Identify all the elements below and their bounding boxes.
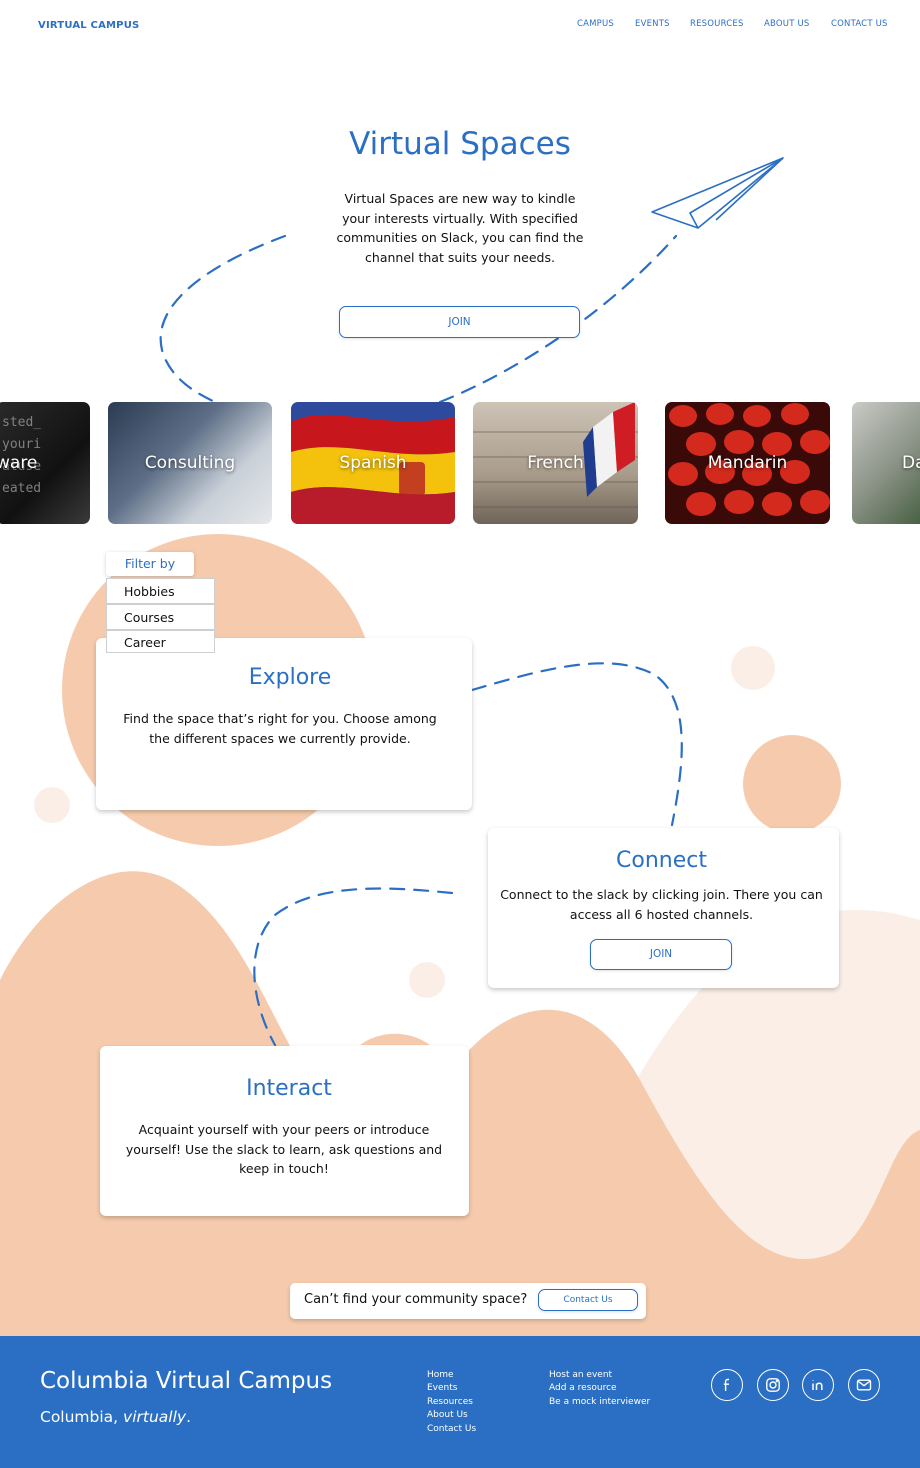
footer-link-mock-interviewer[interactable]: Be a mock interviewer bbox=[549, 1397, 650, 1407]
space-card-label: ware bbox=[0, 453, 38, 473]
footer-link-add-resource[interactable]: Add a resource bbox=[549, 1383, 617, 1393]
space-card-label: Da bbox=[902, 453, 920, 473]
connect-join-button[interactable]: JOIN bbox=[590, 939, 732, 970]
connect-text: Connect to the slack by clicking join. T… bbox=[500, 887, 823, 922]
interact-text: Acquaint yourself with your peers or int… bbox=[125, 1122, 443, 1176]
footer: Columbia Virtual Campus Columbia, virtua… bbox=[0, 1336, 920, 1468]
space-card-label: Consulting bbox=[144, 453, 236, 473]
facebook-icon[interactable] bbox=[711, 1369, 743, 1401]
footer-tagline: Columbia, virtually. bbox=[40, 1408, 192, 1426]
explore-text: Find the space that’s right for you. Cho… bbox=[123, 711, 437, 746]
footer-link-resources[interactable]: Resources bbox=[427, 1397, 473, 1407]
footer-link-contact-us[interactable]: Contact Us bbox=[427, 1424, 476, 1434]
space-card-label: Mandarin bbox=[707, 453, 788, 473]
hero-description: Virtual Spaces are new way to kindle you… bbox=[336, 191, 584, 265]
footer-link-events[interactable]: Events bbox=[427, 1383, 457, 1393]
explore-card: Explore Find the space that’s right for … bbox=[96, 638, 472, 810]
footer-link-host-event[interactable]: Host an event bbox=[549, 1370, 612, 1380]
nav-about-us[interactable]: ABOUT US bbox=[764, 19, 810, 29]
footer-link-about-us[interactable]: About Us bbox=[427, 1410, 468, 1420]
instagram-icon[interactable] bbox=[757, 1369, 789, 1401]
connect-title: Connect bbox=[616, 848, 707, 873]
filter-option-courses[interactable]: Courses bbox=[106, 604, 215, 630]
nav-events[interactable]: EVENTS bbox=[635, 19, 670, 29]
nav-campus[interactable]: CAMPUS bbox=[577, 19, 614, 29]
contact-us-button[interactable]: Contact Us bbox=[538, 1289, 638, 1311]
footer-link-home[interactable]: Home bbox=[427, 1370, 454, 1380]
filter-option-hobbies[interactable]: Hobbies bbox=[106, 578, 215, 604]
contact-prompt-box: Can’t find your community space? Contact… bbox=[290, 1283, 646, 1319]
space-card-french[interactable]: French bbox=[473, 402, 638, 524]
nav-contact-us[interactable]: CONTACT US bbox=[831, 19, 888, 29]
interact-card: Interact Acquaint yourself with your pee… bbox=[100, 1046, 469, 1216]
explore-title: Explore bbox=[248, 665, 332, 690]
page-title: Virtual Spaces bbox=[349, 126, 571, 162]
hero-join-button[interactable]: JOIN bbox=[339, 306, 580, 338]
space-card-software[interactable]: sted_ youri atuse eated ware bbox=[0, 402, 90, 524]
footer-title: Columbia Virtual Campus bbox=[40, 1368, 333, 1394]
space-card-label: French bbox=[527, 453, 584, 473]
nav-resources[interactable]: RESOURCES bbox=[690, 19, 744, 29]
space-card-spanish[interactable]: Spanish bbox=[291, 402, 455, 524]
filter-option-career[interactable]: Career bbox=[106, 630, 215, 653]
space-card-mandarin[interactable]: Mandarin bbox=[665, 402, 830, 524]
filter-by-button[interactable]: Filter by bbox=[106, 552, 194, 576]
connect-card: Connect Connect to the slack by clicking… bbox=[488, 828, 839, 988]
linkedin-icon[interactable] bbox=[802, 1369, 834, 1401]
mail-icon[interactable] bbox=[848, 1369, 880, 1401]
site-logo[interactable]: VIRTUAL CAMPUS bbox=[38, 20, 139, 31]
contact-prompt-text: Can’t find your community space? bbox=[304, 1292, 528, 1307]
space-card-consulting[interactable]: Consulting bbox=[108, 402, 272, 524]
space-card-label: Spanish bbox=[339, 453, 407, 473]
space-card-data[interactable]: Da bbox=[852, 402, 920, 524]
interact-title: Interact bbox=[246, 1076, 332, 1101]
